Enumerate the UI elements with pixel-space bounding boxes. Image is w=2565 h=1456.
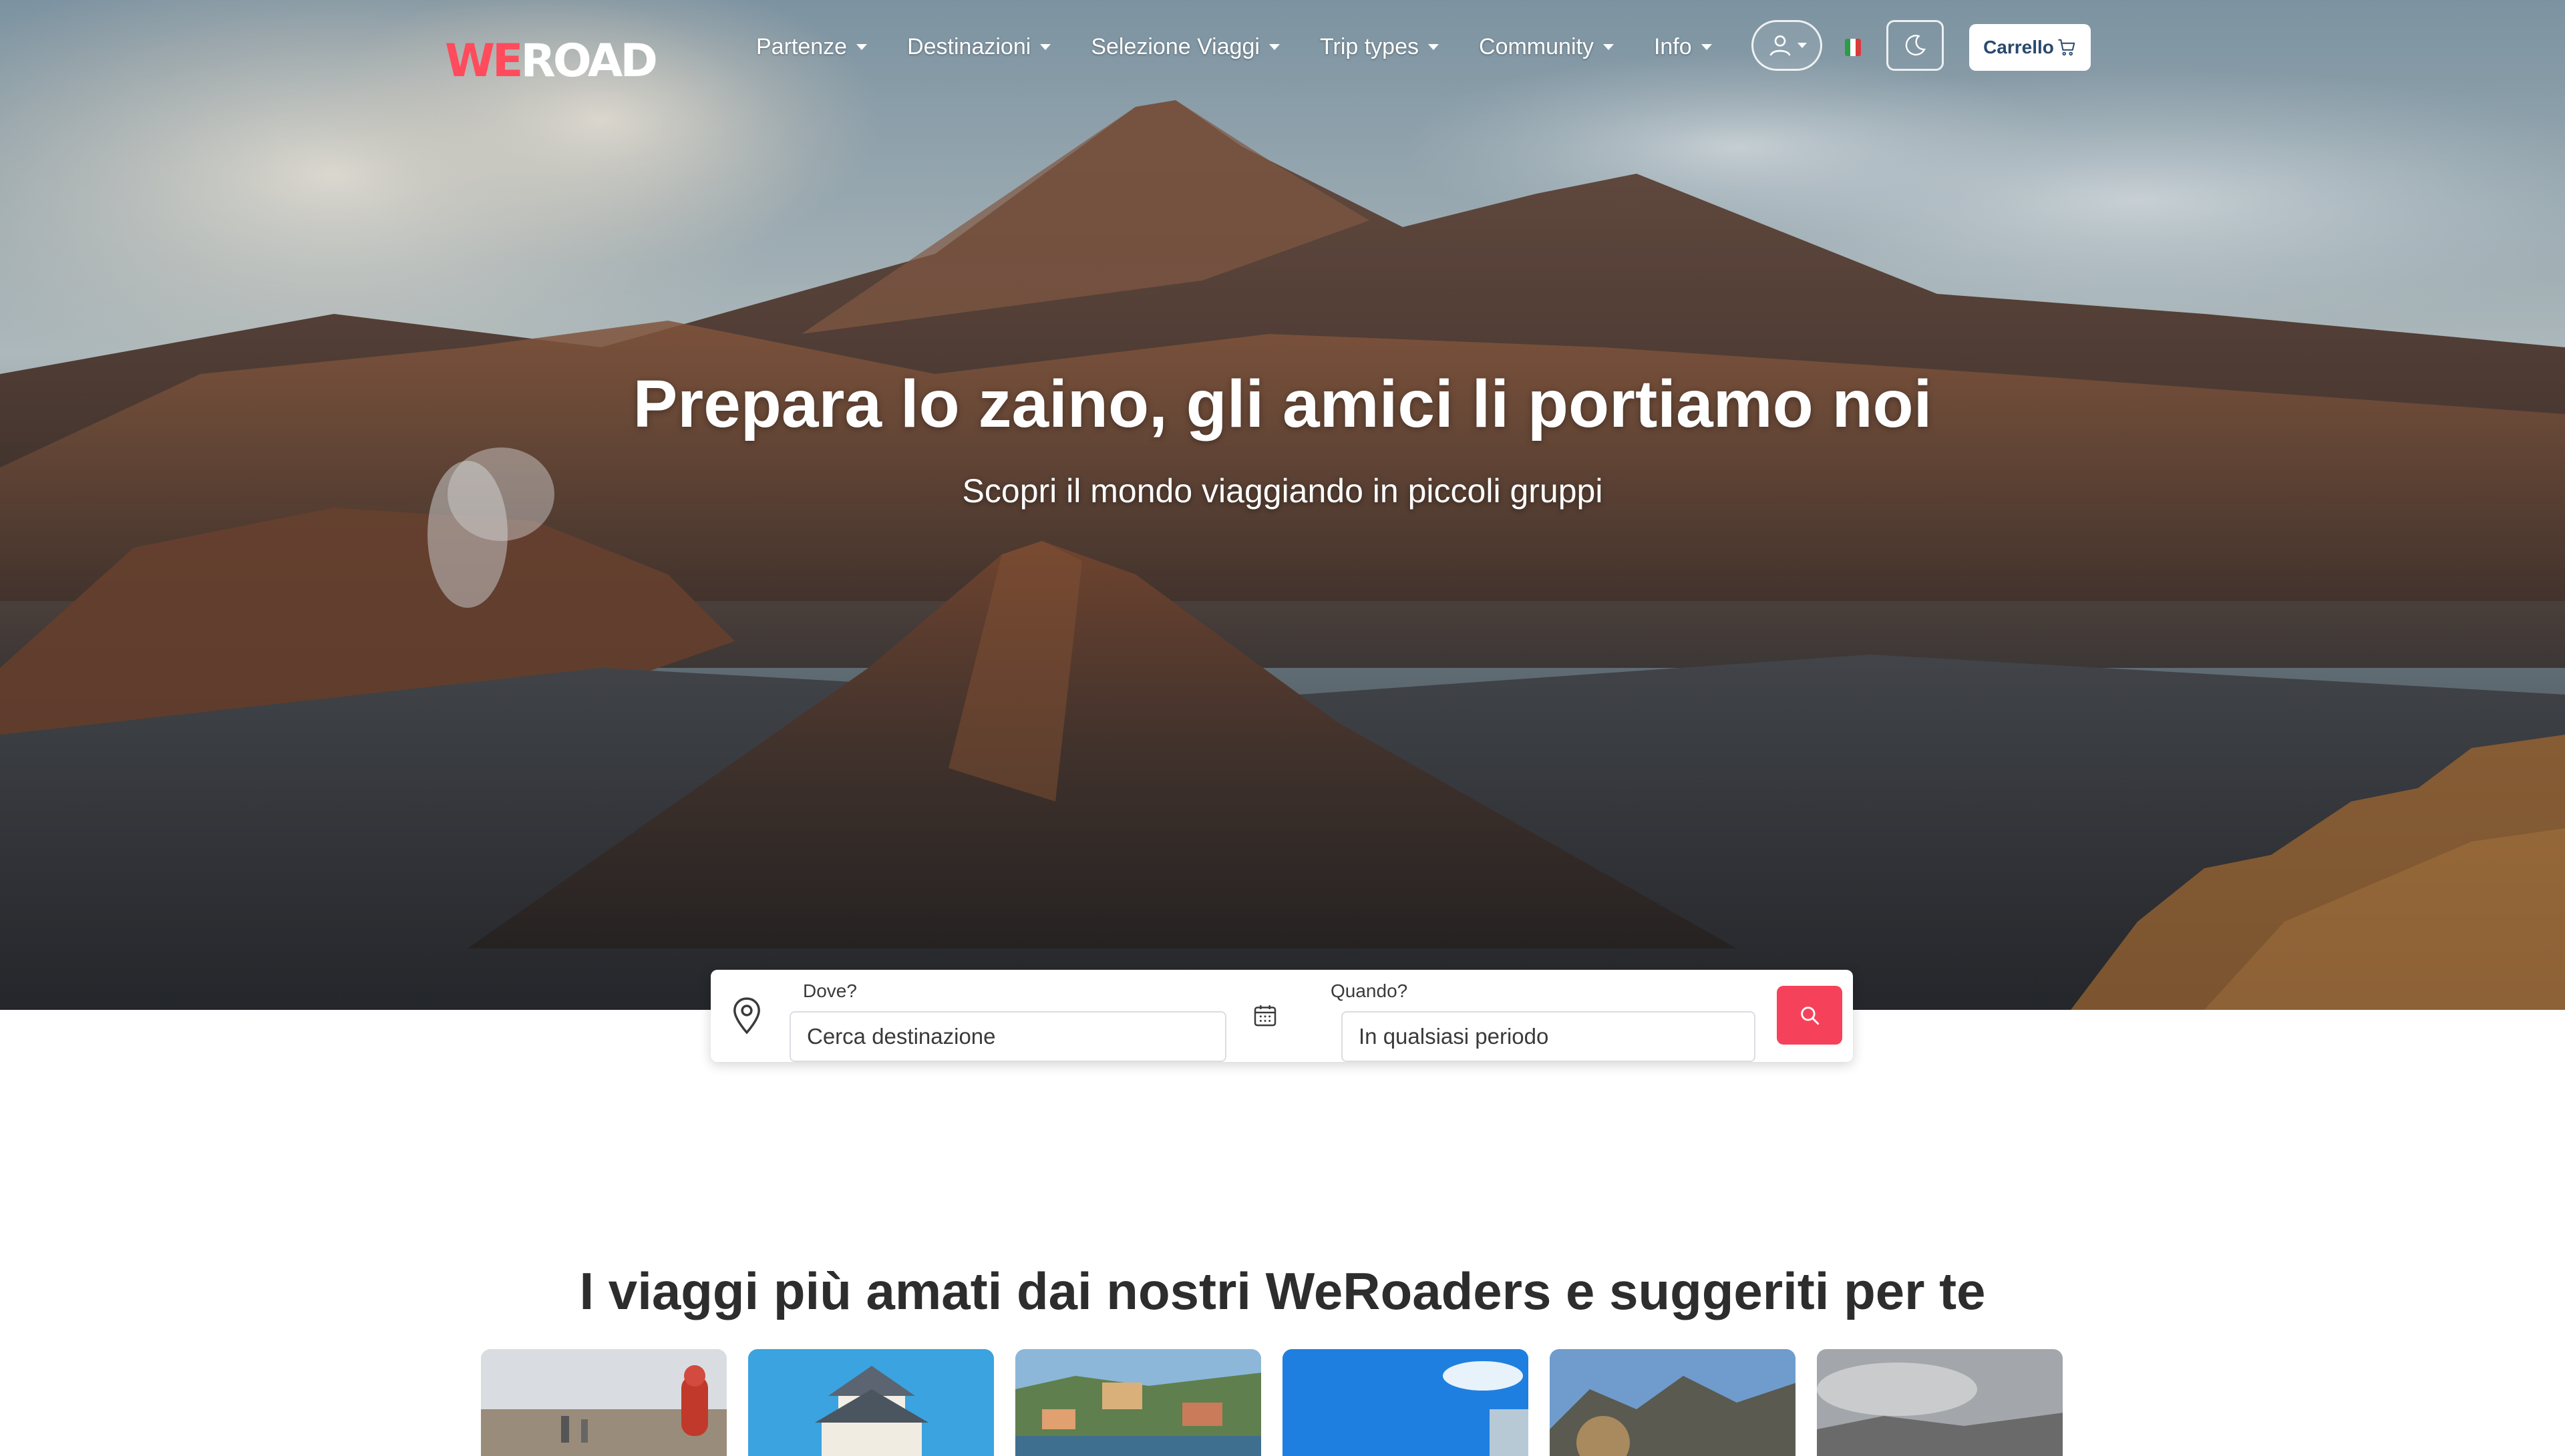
blue-sky-coast-photo <box>1282 1349 1528 1456</box>
logo-we: WE <box>445 35 523 87</box>
destination-search-input[interactable] <box>790 1011 1226 1062</box>
logo-road: ROAD <box>520 35 657 87</box>
nav-item-trip-types[interactable]: Trip types <box>1320 34 1439 60</box>
trip-card-cloudy-landscape[interactable] <box>1817 1349 2063 1456</box>
chevron-down-icon <box>1040 43 1051 50</box>
top-navbar: WE ROAD Partenze Destinazioni Selezione V… <box>0 0 2565 94</box>
chevron-down-icon <box>1428 43 1439 50</box>
nav-item-label: Community <box>1479 33 1594 59</box>
cloudy-landscape-photo <box>1817 1349 2063 1456</box>
theme-toggle-button[interactable] <box>1886 20 1944 71</box>
when-label: Quando? <box>1331 980 1408 1001</box>
trip-search-form: Dove? Quando? <box>711 970 1853 1062</box>
chevron-down-icon <box>1701 43 1712 50</box>
chevron-down-icon <box>1269 43 1280 50</box>
weroad-logo[interactable]: WE ROAD <box>445 33 658 89</box>
italian-flag-icon[interactable] <box>1845 39 1861 56</box>
nav-item-label: Selezione Viaggi <box>1091 33 1260 59</box>
search-button[interactable] <box>1777 986 1842 1045</box>
main-menu: Partenze Destinazioni Selezione Viaggi T… <box>756 27 1752 67</box>
calendar-icon <box>1245 998 1285 1034</box>
trip-card-trekking-group[interactable] <box>481 1349 727 1456</box>
trip-card-mountain-lake[interactable] <box>1550 1349 1796 1456</box>
chevron-down-icon <box>1798 43 1807 48</box>
nav-item-label: Info <box>1653 33 1692 59</box>
search-icon <box>1801 1007 1820 1025</box>
nav-item-community[interactable]: Community <box>1479 34 1614 60</box>
hero-title: Prepara lo zaino, gli amici li portiamo … <box>633 367 1932 441</box>
trip-card-coastal-village[interactable] <box>1015 1349 1261 1456</box>
nav-item-destinazioni[interactable]: Destinazioni <box>907 34 1051 60</box>
nav-item-label: Trip types <box>1320 33 1419 59</box>
mountain-lake-photo <box>1550 1349 1796 1456</box>
japanese-castle-photo <box>748 1349 994 1456</box>
map-pin-icon <box>727 994 767 1038</box>
where-label: Dove? <box>803 980 857 1001</box>
cart-icon <box>2058 39 2075 56</box>
trip-cards-row <box>481 1349 2084 1456</box>
nav-item-partenze[interactable]: Partenze <box>756 33 868 60</box>
trip-card-japanese-castle[interactable] <box>748 1349 994 1456</box>
nav-item-label: Partenze <box>756 33 848 59</box>
trips-section-title: I viaggi più amati dai nostri WeRoaders … <box>579 1262 1986 1320</box>
nav-item-info[interactable]: Info <box>1654 34 1712 60</box>
trip-card-blue-sky-coast[interactable] <box>1282 1349 1528 1456</box>
chevron-down-icon <box>856 43 868 50</box>
chevron-down-icon <box>1602 43 1614 50</box>
hero-subtitle: Scopri il mondo viaggiando in piccoli gr… <box>962 472 1603 510</box>
nav-item-selezione-viaggi[interactable]: Selezione Viaggi <box>1091 34 1280 60</box>
user-menu-button[interactable] <box>1751 20 1822 71</box>
user-icon <box>1769 35 1791 56</box>
nav-item-label: Destinazioni <box>907 33 1031 59</box>
cart-label: Carrello <box>1983 37 2054 57</box>
date-period-input[interactable] <box>1341 1011 1755 1062</box>
trekking-group-photo <box>481 1349 727 1456</box>
coastal-village-photo <box>1015 1349 1261 1456</box>
cart-button[interactable]: Carrello <box>1969 24 2091 71</box>
moon-icon <box>1905 35 1926 56</box>
